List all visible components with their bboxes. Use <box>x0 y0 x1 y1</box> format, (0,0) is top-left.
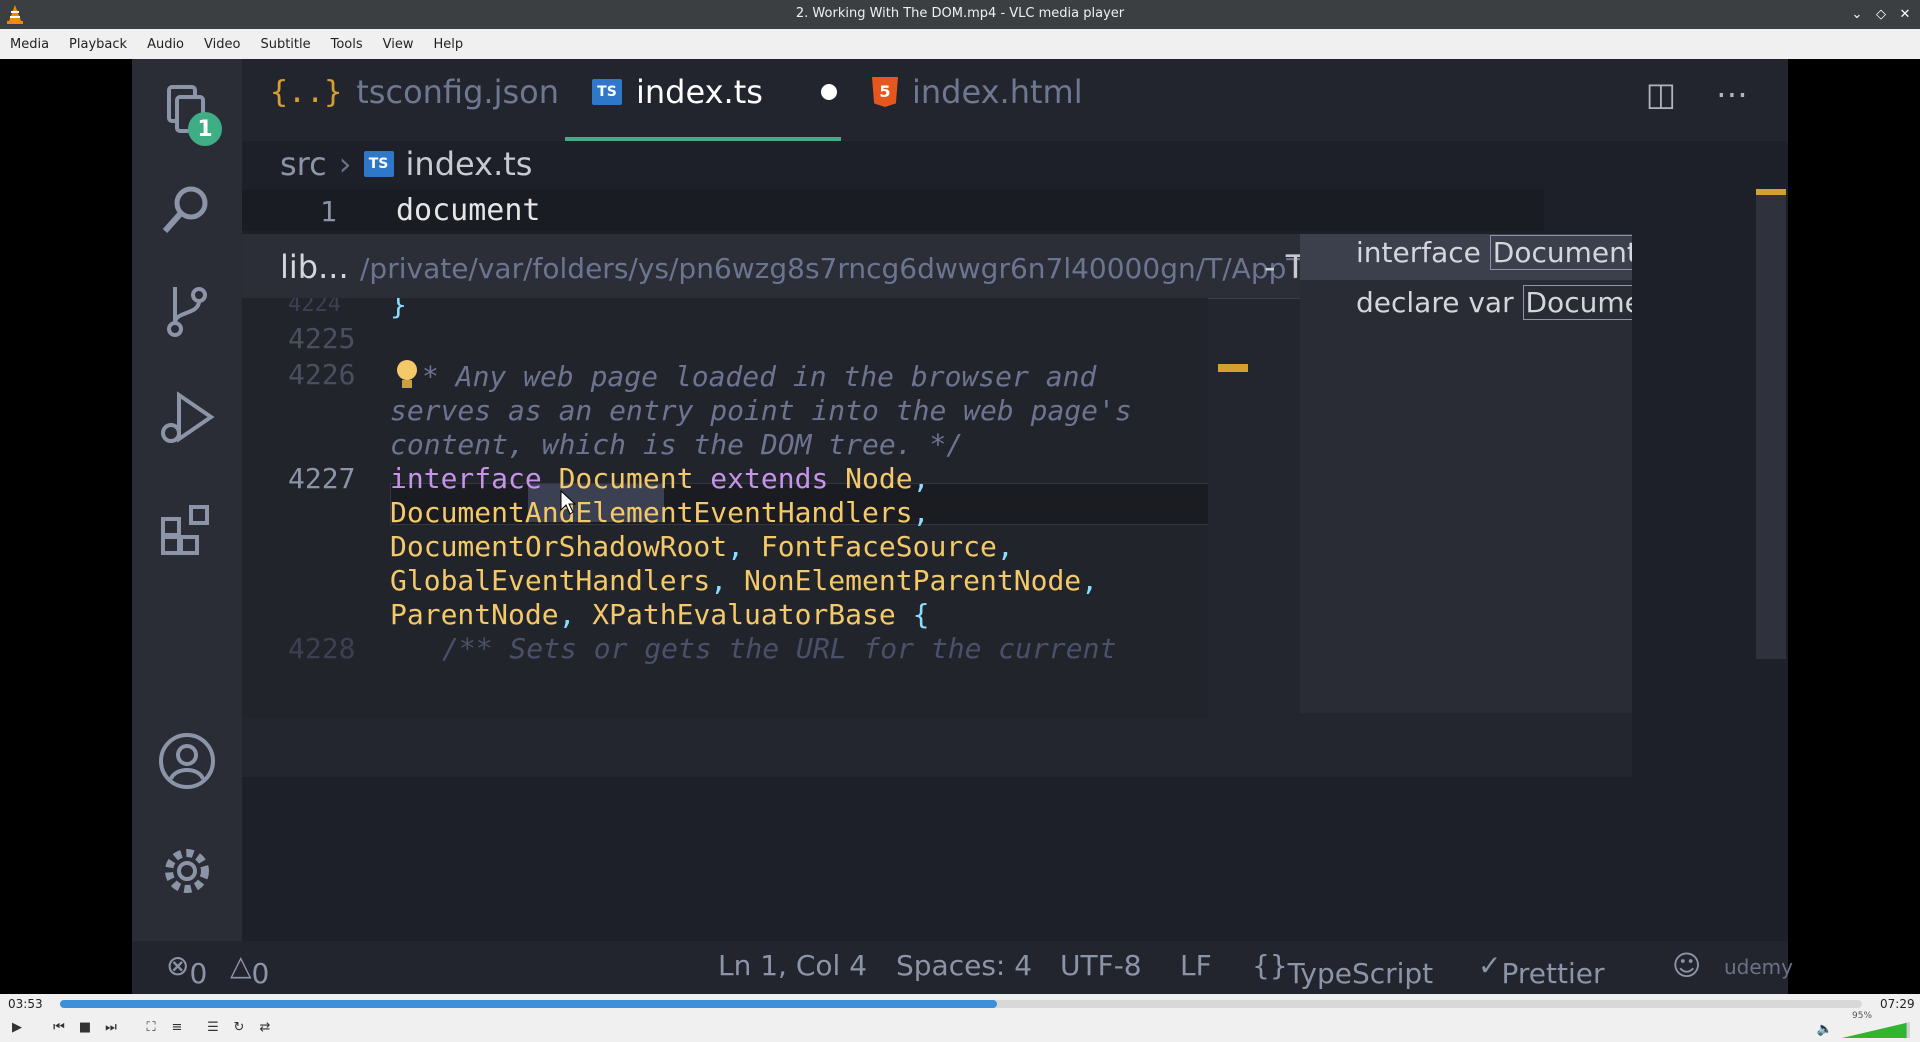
cursor-position: Ln 1, Col 4 <box>718 949 868 982</box>
warning-count: △ 0 <box>230 949 270 990</box>
playlist-button[interactable]: ☰ <box>202 1016 224 1038</box>
prettier-status: ✓ Prettier <box>1478 949 1605 990</box>
menu-video[interactable]: Video <box>194 37 250 52</box>
reference-item: interface Document exte <box>1300 234 1632 280</box>
code-line: DocumentAndElementEventHandlers, <box>390 496 930 529</box>
explorer-badge: 1 <box>188 112 222 146</box>
code-line: document <box>396 193 541 228</box>
peek-code-view: 4224 } 4225 4226 * Any web page loaded i… <box>242 298 1208 718</box>
code-line: interface Document extends Node, <box>390 462 930 495</box>
line-number: 1 <box>320 195 337 228</box>
more-actions-icon: ⋯ <box>1716 75 1748 113</box>
breadcrumb: src › TS index.ts <box>280 145 532 183</box>
play-button[interactable]: ▶ <box>6 1016 28 1038</box>
comment-line: content, which is the DOM tree. */ <box>390 428 964 461</box>
minimize-icon[interactable]: ⌄ <box>1848 4 1866 24</box>
volume-slider[interactable] <box>1818 1016 1918 1040</box>
comment-line: /** Sets or gets the URL for the current <box>442 632 1117 665</box>
player-controls: 03:53 07:29 ▶ ⏮ ■ ⏭ ⛶ ≡ ☰ ↻ ⇄ 🔈 95% <box>0 994 1920 1042</box>
editor-status-bar: ⊗ 0 △ 0 Ln 1, Col 4 Spaces: 4 UTF-8 LF {… <box>132 941 1793 994</box>
editor-tab-bar: {..} tsconfig.json TS index.ts 5 index.h… <box>242 59 1788 141</box>
tab-label: index.html <box>912 73 1083 111</box>
shuffle-button[interactable]: ⇄ <box>254 1016 276 1038</box>
seek-progress <box>60 1000 998 1008</box>
maximize-icon[interactable]: ◇ <box>1872 4 1890 24</box>
loop-button[interactable]: ↻ <box>228 1016 250 1038</box>
indent-setting: Spaces: 4 <box>896 949 1033 982</box>
line-number: 4227 <box>288 462 356 495</box>
video-area[interactable]: 1 {..} tsconfig.json TS index.ts 5 index… <box>0 59 1920 994</box>
extended-settings-button[interactable]: ≡ <box>166 1016 188 1038</box>
split-editor-icon: ◫ <box>1645 75 1676 113</box>
tab-index-ts: TS index.ts <box>592 73 837 111</box>
line-number: 4224 <box>288 298 341 317</box>
code-line: ParentNode, XPathEvaluatorBase { <box>390 598 930 631</box>
title-bar: 2. Working With The DOM.mp4 - VLC media … <box>0 0 1920 29</box>
tab-label: index.ts <box>636 73 763 111</box>
active-tab-underline <box>565 137 841 141</box>
encoding: UTF-8 <box>1060 949 1142 982</box>
line-number: 4226 <box>288 358 356 391</box>
feedback-icon: ☺ <box>1672 949 1702 982</box>
menu-bar: Media Playback Audio Video Subtitle Tool… <box>0 29 1920 60</box>
seek-slider[interactable] <box>60 1000 1862 1008</box>
editor-scrollbar <box>1756 189 1786 659</box>
tab-tsconfig-json: {..} tsconfig.json <box>270 73 559 111</box>
code-line: DocumentOrShadowRoot, FontFaceSource, <box>390 530 1014 563</box>
fullscreen-button[interactable]: ⛶ <box>140 1016 162 1038</box>
peek-file-name: lib... <box>280 248 349 286</box>
unsaved-dot-icon <box>820 84 837 100</box>
menu-tools[interactable]: Tools <box>321 37 373 52</box>
breadcrumb-file: index.ts <box>405 145 533 183</box>
tab-index-html: 5 index.html <box>872 73 1083 111</box>
json-icon: {..} <box>270 74 343 110</box>
next-button[interactable]: ⏭ <box>100 1016 122 1038</box>
search-icon <box>162 186 208 233</box>
language-mode: {} TypeScript <box>1252 949 1434 990</box>
previous-button[interactable]: ⏮ <box>48 1016 70 1038</box>
video-frame-editor: 1 {..} tsconfig.json TS index.ts 5 index… <box>132 59 1793 994</box>
source-control-icon <box>167 287 207 337</box>
menu-view[interactable]: View <box>373 37 424 52</box>
activity-bar: 1 <box>132 59 242 994</box>
settings-gear-icon <box>165 849 209 893</box>
peek-references-list: interface Document exte declare var Docu… <box>1300 234 1632 713</box>
menu-help[interactable]: Help <box>424 37 474 52</box>
html5-icon: 5 <box>872 77 898 107</box>
account-icon <box>159 733 215 789</box>
chevron-right-icon: › <box>338 145 352 183</box>
error-count: ⊗ 0 <box>166 949 208 990</box>
line-number: 4228 <box>288 632 356 665</box>
comment-line: serves as an entry point into the web pa… <box>390 394 1132 427</box>
volume-fill <box>1842 1022 1907 1038</box>
total-time: 07:29 <box>1880 997 1915 1011</box>
tab-label: tsconfig.json <box>356 73 559 111</box>
close-icon[interactable]: ✕ <box>1896 4 1914 24</box>
mouse-cursor-icon <box>560 490 576 515</box>
code-line: GlobalEventHandlers, NonElementParentNod… <box>390 564 1099 597</box>
lightbulb-icon <box>397 360 417 388</box>
minimap-marker <box>1218 364 1248 372</box>
elapsed-time: 03:53 <box>8 997 43 1011</box>
menu-media[interactable]: Media <box>0 37 59 52</box>
peek-definition-widget: lib... /private/var/folders/ys/pn6wzg8s7… <box>242 234 1632 777</box>
comment-line: * Any web page loaded in the browser and <box>422 360 1097 393</box>
menu-audio[interactable]: Audio <box>137 37 194 52</box>
line-ending: LF <box>1180 949 1212 982</box>
extensions-icon <box>161 505 209 555</box>
breadcrumb-folder: src <box>280 145 327 183</box>
udemy-watermark: udemy <box>1724 955 1793 979</box>
typescript-icon: TS <box>592 79 622 105</box>
typescript-icon: TS <box>363 151 394 177</box>
reference-item: declare var Document: { <box>1300 282 1632 330</box>
window-title: 2. Working With The DOM.mp4 - VLC media … <box>795 6 1125 21</box>
menu-playback[interactable]: Playback <box>59 37 137 52</box>
run-debug-icon <box>161 391 215 443</box>
stop-button[interactable]: ■ <box>74 1016 96 1038</box>
line-number: 4225 <box>288 322 356 355</box>
menu-subtitle[interactable]: Subtitle <box>250 37 320 52</box>
